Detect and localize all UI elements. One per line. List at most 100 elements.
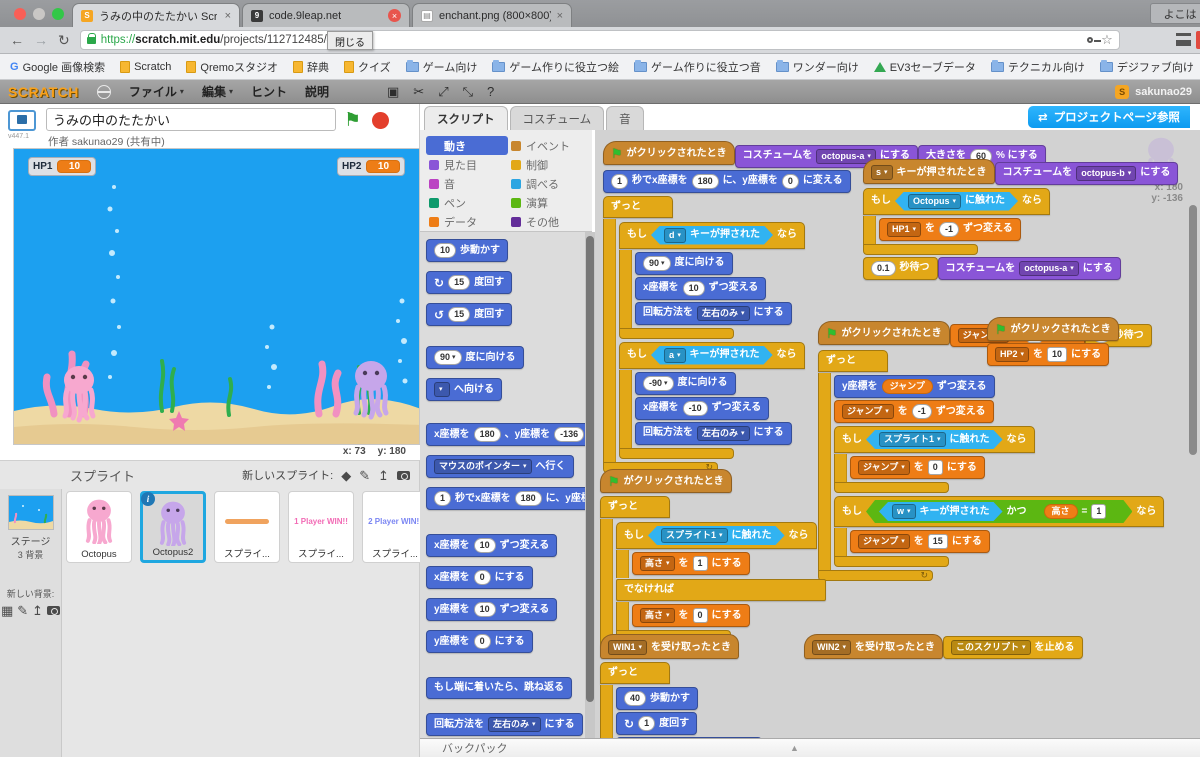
category-sound[interactable]: 音 <box>426 174 508 193</box>
category-events[interactable]: イベント <box>508 136 588 155</box>
scratch-block[interactable]: y座標を10ずつ変える <box>426 598 557 621</box>
grow-sprite-icon[interactable]: ⤢ <box>438 84 448 100</box>
dropdown-input[interactable]: octopus-a▾ <box>1019 261 1079 276</box>
number-input[interactable]: -1 <box>912 404 932 419</box>
camera-icon[interactable] <box>397 471 410 480</box>
scripts-workspace[interactable]: x: 180 y: -136 ⊖ = ⊕ ⚑がクリックされたときコスチュームをo… <box>595 130 1200 738</box>
dropdown-input[interactable]: 左右のみ▾ <box>488 717 541 732</box>
block-help-icon[interactable]: ? <box>487 84 494 100</box>
scratch-block[interactable]: WIN2▾を受け取ったとき <box>804 634 943 659</box>
value-input[interactable]: 0 <box>928 460 943 475</box>
chrome-menu-icon[interactable] <box>1176 33 1191 46</box>
scratch-block[interactable]: x座標を0にする <box>426 566 533 589</box>
number-input[interactable]: 1 <box>638 716 655 731</box>
scratch-block[interactable]: ↻15度回す <box>426 271 512 294</box>
value-input[interactable]: 1 <box>693 556 708 571</box>
category-operators[interactable]: 演算 <box>508 193 588 212</box>
condition-hex[interactable]: スプライト1▾に触れた <box>648 526 785 545</box>
dropdown-input[interactable]: 左右のみ▾ <box>697 306 750 321</box>
bookmark-item[interactable]: GGoogle 画像検索 <box>10 59 105 75</box>
dropdown-input[interactable]: マウスのポインター▾ <box>434 459 532 474</box>
scratch-block[interactable]: HP2▾を10にする <box>987 343 1109 366</box>
scratch-block[interactable]: ↺15度回す <box>426 303 512 326</box>
variable-watcher-hp2[interactable]: HP2 10 <box>337 157 405 176</box>
script-stack[interactable]: WIN2▾を受け取ったときこのスクリプト▾を止める <box>804 633 1083 660</box>
number-input[interactable]: 180 <box>474 427 501 442</box>
sprite-info-icon[interactable]: i <box>141 492 155 506</box>
dropdown-input[interactable]: ▾ <box>434 382 450 397</box>
script-stack[interactable]: s▾キーが押されたときコスチュームをoctopus-b▾にするもしOctopus… <box>863 158 1178 281</box>
scratch-block[interactable]: s▾キーが押されたとき <box>863 159 995 184</box>
scratch-block[interactable]: もしスプライト1▾に触れたなら <box>616 522 817 549</box>
bookmark-folder[interactable]: テクニカル向け <box>991 59 1085 75</box>
key-icon[interactable] <box>1087 37 1093 43</box>
scratch-block[interactable]: コスチュームをoctopus-b▾にする <box>995 162 1179 185</box>
number-input[interactable]: 1 <box>434 491 451 506</box>
scratch-block[interactable]: ⚑がクリックされたとき <box>603 141 735 165</box>
number-input[interactable]: 15 <box>448 275 470 290</box>
scratch-block[interactable]: HP1▾を-1ずつ変える <box>879 218 1021 241</box>
scratch-block[interactable]: 高さ▾を1にする <box>632 552 750 575</box>
number-input[interactable]: -136 <box>554 427 584 442</box>
condition-hex[interactable]: Octopus▾に触れた <box>895 192 1018 211</box>
workspace-scrollbar-thumb[interactable] <box>1189 205 1197 455</box>
tab-close-icon[interactable]: × <box>388 9 401 22</box>
scratch-block[interactable]: ⚑がクリックされたとき <box>987 317 1119 341</box>
number-input[interactable]: 40 <box>624 691 646 706</box>
scratch-block[interactable]: 40歩動かす <box>616 687 698 710</box>
tab-close-icon[interactable]: × <box>225 10 231 22</box>
number-dropdown-input[interactable]: 90▾ <box>643 256 671 271</box>
scratch-block[interactable]: ジャンプ▾を0にする <box>850 456 985 479</box>
dropdown-input[interactable]: d▾ <box>664 228 686 243</box>
backdrop-library-icon[interactable]: ▦ <box>1 604 13 617</box>
stage-selector[interactable]: ステージ 3 背景 新しい背景: ▦ ✎ ↥ <box>0 489 62 757</box>
script-stack[interactable]: WIN1▾を受け取ったときずっと40歩動かす↻1度回すもし端に着いたら、跳ね返る… <box>600 633 762 738</box>
scratch-block[interactable]: ⚑がクリックされたとき <box>600 469 732 493</box>
scratch-block[interactable]: ずっと <box>818 350 888 372</box>
dropdown-input[interactable]: a▾ <box>664 348 686 363</box>
value-input[interactable]: 15 <box>928 534 948 549</box>
dropdown-input[interactable]: Octopus▾ <box>908 194 961 209</box>
value-input[interactable]: 1 <box>1091 504 1106 519</box>
scratch-block[interactable]: マウスのポインター▾へ行く <box>426 455 574 478</box>
condition-hex[interactable]: スプライト1▾に触れた <box>866 430 1003 449</box>
dropdown-input[interactable]: このスクリプト▾ <box>951 640 1031 655</box>
scratch-block[interactable]: ▾へ向ける <box>426 378 502 401</box>
stage-thumbnail[interactable] <box>8 495 54 530</box>
c-block[interactable]: もしスプライト1▾に触れたなら高さ▾を1にするでなければ高さ▾を0にする <box>616 521 826 641</box>
condition-hex[interactable]: w▾キーが押された <box>879 502 1003 521</box>
scratch-block[interactable]: 回転方法を左右のみ▾にする <box>635 302 792 325</box>
scratch-block[interactable]: コスチュームをoctopus-a▾にする <box>938 257 1121 280</box>
number-input[interactable]: 15 <box>448 307 470 322</box>
number-dropdown-input[interactable]: 90▾ <box>434 350 462 365</box>
forward-icon[interactable]: → <box>34 32 48 48</box>
scratch-block[interactable]: もしa▾キーが押されたなら <box>619 342 805 369</box>
scratch-block[interactable]: 回転方法を左右のみ▾にする <box>635 422 792 445</box>
bookmark-item[interactable]: Scratch <box>120 61 171 73</box>
sprite-card-octopus[interactable]: Octopus <box>66 491 132 563</box>
sprite-card-win1[interactable]: 1 Player WIN!! スプライ... <box>288 491 354 563</box>
c-block[interactable]: もしa▾キーが押されたなら-90▾度に向けるx座標を-10ずつ変える回転方法を左… <box>619 341 805 459</box>
scratch-block[interactable]: 90▾度に向ける <box>426 346 524 369</box>
c-block[interactable]: ずっともしスプライト1▾に触れたなら高さ▾を1にするでなければ高さ▾を0にする↻ <box>600 495 826 655</box>
c-block[interactable]: もしスプライト1▾に触れたならジャンプ▾を0にする <box>834 425 1035 493</box>
number-input[interactable]: 10 <box>474 602 496 617</box>
scratch-block[interactable]: x座標を10ずつ変える <box>635 277 766 300</box>
bookmark-star-icon[interactable]: ☆ <box>1101 32 1113 48</box>
variable-reporter[interactable]: 高さ <box>1044 504 1078 519</box>
dropdown-input[interactable]: WIN1▾ <box>608 640 647 655</box>
mac-zoom-button[interactable] <box>52 8 64 20</box>
condition-hex[interactable]: w▾キーが押されたかつ高さ=1 <box>866 500 1132 523</box>
dropdown-input[interactable]: s▾ <box>871 165 893 180</box>
mac-minimize-button[interactable] <box>33 8 45 20</box>
scratch-block[interactable]: ずっと <box>603 196 673 218</box>
c-block[interactable]: ずっとy座標をジャンプずつ変えるジャンプ▾を-1ずつ変えるもしスプライト1▾に触… <box>818 349 1164 581</box>
scratch-block[interactable]: y座標を0にする <box>426 630 533 653</box>
category-sensing[interactable]: 調べる <box>508 174 588 193</box>
dropdown-input[interactable]: ジャンプ▾ <box>858 460 910 475</box>
dropdown-input[interactable]: w▾ <box>892 504 916 519</box>
category-motion[interactable]: 動き <box>426 136 508 155</box>
scratch-block[interactable]: ずっと <box>600 496 670 518</box>
bookmark-item[interactable]: 辞典 <box>293 59 329 75</box>
scratch-block[interactable]: ↻1度回す <box>616 712 697 735</box>
